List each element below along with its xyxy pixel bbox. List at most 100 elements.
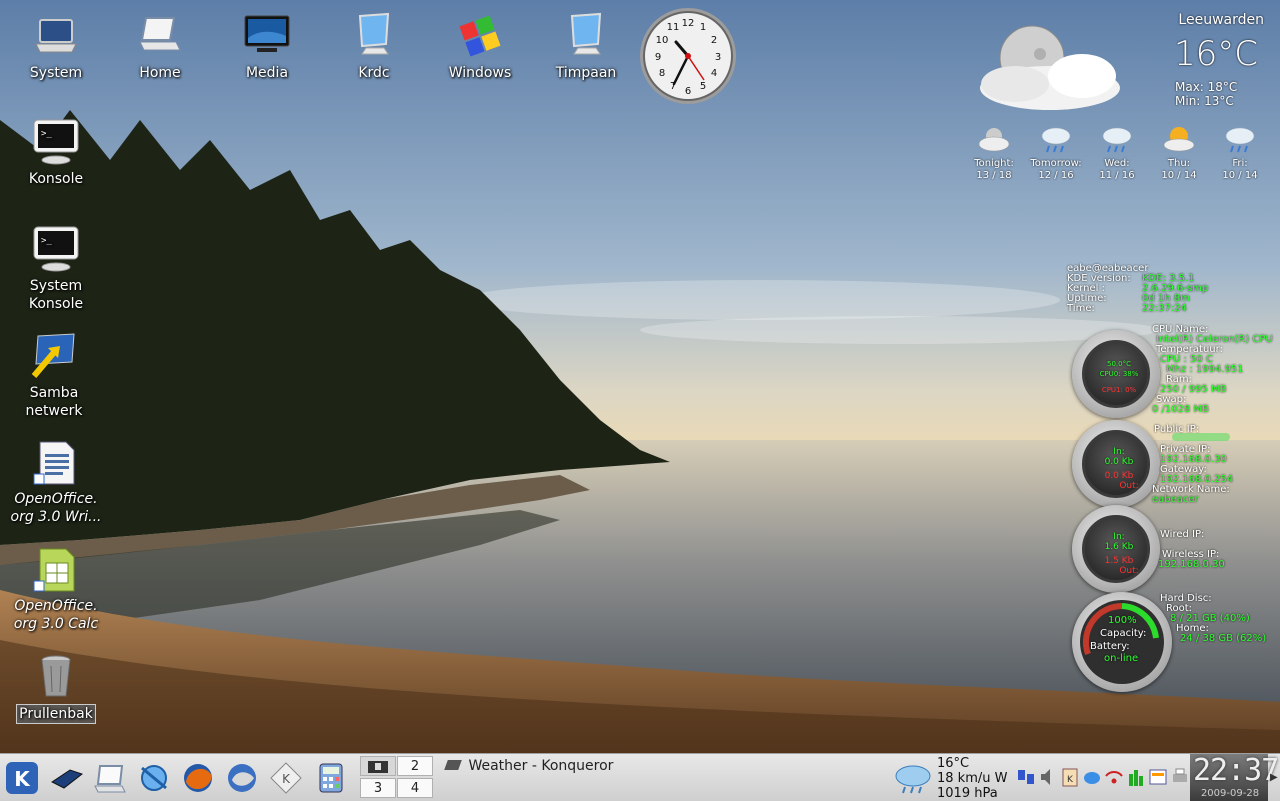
desktop-icon-krdc[interactable]: Krdc xyxy=(324,12,424,82)
system-monitor-widget: eabe@eabeacer KDE version: KDE: 3.5.1 Ke… xyxy=(1060,262,1280,692)
calc-icon xyxy=(33,548,75,592)
forecast-range: 10 / 14 xyxy=(1222,170,1258,181)
clock-time: 22:37 xyxy=(1193,753,1279,788)
gauge-cpu0: CPU0: 38% xyxy=(1099,370,1139,378)
task-title: Weather - Konqueror xyxy=(468,758,614,774)
analog-clock[interactable]: 12 1 2 3 4 5 6 7 8 9 10 11 xyxy=(638,6,738,106)
laptop-home-icon xyxy=(139,17,181,51)
desktop-icon-windows[interactable]: Windows xyxy=(430,12,530,82)
gauge-face: In: 1.6 Kb 1.5 Kb Out: xyxy=(1082,515,1150,583)
printer-icon[interactable] xyxy=(1170,766,1190,788)
forecast-item: Tonight: 13 / 18 xyxy=(964,122,1024,182)
desktop-icon-system-konsole[interactable]: >_ System Konsole xyxy=(6,225,106,313)
monitor-icon xyxy=(244,15,290,52)
weather-temperature: 16°C xyxy=(1174,34,1259,74)
klipper-icon[interactable]: K xyxy=(1060,766,1080,788)
clock-date: 2009-09-28 xyxy=(1200,788,1260,799)
writer-icon xyxy=(33,441,75,485)
desktop-icon-label: Krdc xyxy=(358,65,390,81)
desktop-icon-label: System xyxy=(29,65,83,81)
desktop-icon-konsole[interactable]: >_ Konsole xyxy=(6,118,106,188)
battery-label: Battery: xyxy=(1090,641,1130,652)
panel-hide-arrow-icon[interactable]: ▶ xyxy=(1270,772,1278,783)
sysmon-wireless-ip-value: 192.168.0.30 xyxy=(1158,559,1225,570)
gauge-out-value: 0.0 Kb xyxy=(1104,471,1134,481)
kde-icon[interactable] xyxy=(1082,766,1102,788)
cloud-moon-icon xyxy=(980,25,1120,110)
sysmon-time-label: Time: xyxy=(1067,303,1095,314)
desktop-icon-timpaan[interactable]: Timpaan xyxy=(536,12,636,82)
tray-weather-temp: 16°C xyxy=(937,756,970,771)
calculator-icon[interactable] xyxy=(312,760,348,796)
desktop-pager: 2 3 4 xyxy=(360,756,434,799)
weather-city: Leeuwarden xyxy=(1178,12,1264,28)
kmail-icon[interactable]: K xyxy=(268,760,304,796)
gauge-in-value: 0.0 Kb xyxy=(1104,457,1134,467)
cloud-rain-icon xyxy=(895,765,931,794)
weather-widget[interactable]: Leeuwarden 16°C Max: 18°C Min: 13°C Toni… xyxy=(960,0,1280,190)
desktop-icon-media[interactable]: Media xyxy=(217,12,317,82)
sysmon-network-name-value: eabeacer xyxy=(1152,494,1199,505)
battery-percent: 100% xyxy=(1108,615,1137,626)
gauge-out-label: Out: xyxy=(1119,566,1139,576)
desktop-icon-samba[interactable]: Samba netwerk xyxy=(4,332,104,420)
desktop-icon-oo-writer[interactable]: OpenOffice. org 3.0 Wri... xyxy=(6,438,106,526)
network-public-gauge: In: 0.0 Kb 0.0 Kb Out: xyxy=(1072,420,1160,508)
home-laptop-icon[interactable] xyxy=(92,760,128,796)
desktop-icon-oo-calc[interactable]: OpenOffice. org 3.0 Calc xyxy=(6,545,106,633)
taskbar-clock[interactable]: 22:37 2009-09-28 xyxy=(1193,753,1279,800)
forecast-range: 11 / 16 xyxy=(1099,170,1135,181)
sun-cloud-icon xyxy=(1163,127,1195,152)
volume-icon[interactable] xyxy=(1038,766,1058,788)
terminal-icon: >_ xyxy=(33,119,79,165)
desktop-icon-label: Media xyxy=(245,65,289,81)
desktop-icon-trash[interactable]: Prullenbak xyxy=(6,652,106,724)
pager-desktop-2[interactable]: 2 xyxy=(397,756,433,776)
clock-number: 8 xyxy=(659,68,665,79)
gauge-in-label: In: xyxy=(1113,447,1125,457)
pager-desktop-4[interactable]: 4 xyxy=(397,778,433,798)
forecast-range: 13 / 18 xyxy=(976,170,1012,181)
gauge-cpu1: CPU1: 0% xyxy=(1101,386,1137,394)
trash-icon xyxy=(41,655,71,697)
sysmon-swap-value: 0 /1028 MB xyxy=(1152,404,1210,415)
pager-desktop-3[interactable]: 3 xyxy=(360,778,396,798)
desktop-show-icon[interactable] xyxy=(48,760,84,796)
clock-number: 1 xyxy=(700,22,706,33)
taskbar-task-weather[interactable]: Weather - Konqueror xyxy=(444,758,614,774)
rain-icon xyxy=(1225,127,1255,153)
forecast-item: Wed: 11 / 16 xyxy=(1087,122,1147,182)
desktop-icon-label: Home xyxy=(139,65,181,81)
clock-number: 12 xyxy=(682,18,695,29)
update-icon[interactable] xyxy=(1148,766,1168,788)
terminal-icon: >_ xyxy=(33,226,79,272)
weather-min: Min: 13°C xyxy=(1175,94,1234,108)
desktop-icon-label: Timpaan xyxy=(555,65,617,81)
power-icon[interactable] xyxy=(1126,766,1146,788)
desktop-icon-label: Prullenbak xyxy=(16,704,96,724)
battery-state: on-line xyxy=(1104,653,1139,664)
firefox-icon[interactable] xyxy=(180,760,216,796)
gauge-face: 50.0°C CPU0: 38% CPU1: 0% xyxy=(1082,340,1150,408)
desktop-icon-label: OpenOffice. org 3.0 Wri... xyxy=(10,491,102,525)
forecast-item: Tomorrow: 12 / 16 xyxy=(1026,122,1086,182)
thunderbird-icon[interactable] xyxy=(224,760,260,796)
window-thumbnail-icon xyxy=(368,761,388,773)
desktop-icon-label: Samba netwerk xyxy=(25,385,83,419)
clock-number: 11 xyxy=(667,22,680,33)
svg-text:>_: >_ xyxy=(41,236,52,246)
system-tray: K xyxy=(1016,764,1191,792)
desktop-icon-home[interactable]: Home xyxy=(110,12,210,82)
kde-menu-icon[interactable]: K xyxy=(4,760,40,796)
network-icon[interactable] xyxy=(1016,766,1036,788)
forecast-day: Wed: xyxy=(1104,158,1130,169)
konqueror-icon[interactable] xyxy=(136,760,172,796)
desktop-icon-label: Konsole xyxy=(28,171,84,187)
tray-weather-applet[interactable]: 16°C 18 km/u W 1019 hPa xyxy=(893,756,1013,801)
network-wired-gauge: In: 1.6 Kb 1.5 Kb Out: xyxy=(1072,505,1160,593)
clock-number: 5 xyxy=(700,81,706,92)
desktop-icon-system[interactable]: System xyxy=(6,12,106,82)
network-wlan-icon[interactable] xyxy=(1104,766,1124,788)
pager-desktop-1[interactable] xyxy=(360,756,396,776)
clock-number: 2 xyxy=(711,35,717,46)
